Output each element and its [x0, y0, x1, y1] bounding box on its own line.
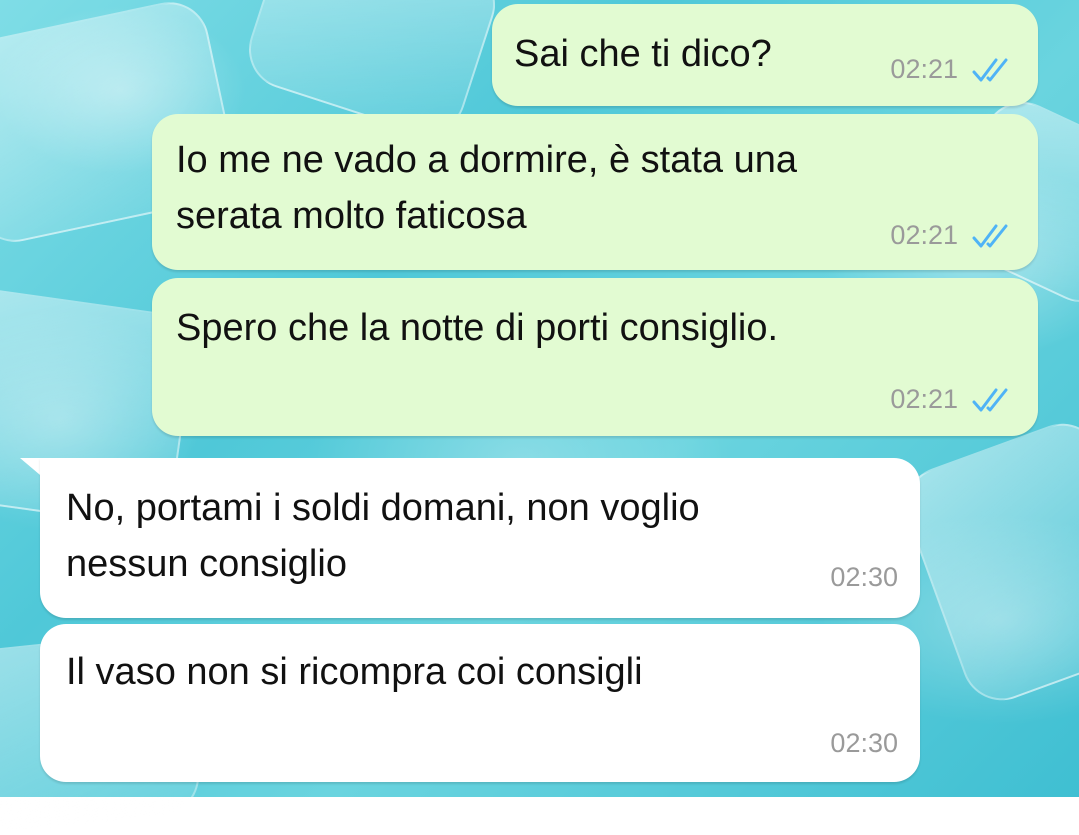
message-text: Spero che la notte di porti consiglio. [176, 307, 779, 349]
message-timestamp: 02:21 [890, 384, 958, 414]
message-meta: 02:21 [890, 54, 1014, 85]
message-meta: 02:21 [890, 384, 1014, 415]
message-timestamp: 02:30 [830, 728, 898, 758]
message-timestamp: 02:21 [890, 54, 958, 84]
message-meta: 02:30 [830, 562, 898, 593]
message-bubble-outgoing[interactable]: Io me ne vado a dormire, è stata una ser… [152, 114, 1038, 270]
message-timestamp: 02:30 [830, 562, 898, 592]
message-text: No, portami i soldi domani, non voglio n… [66, 487, 700, 585]
message-meta: 02:30 [830, 728, 898, 759]
message-text: Il vaso non si ricompra coi consigli [66, 651, 643, 693]
message-timestamp: 02:21 [890, 220, 958, 250]
message-text: Sai che ti dico? [514, 33, 772, 75]
double-check-read-icon [972, 388, 1008, 411]
ice-cube-decoration [894, 412, 1079, 712]
double-check-read-icon [972, 58, 1008, 81]
double-check-read-icon [972, 224, 1008, 247]
message-bubble-outgoing[interactable]: Sai che ti dico? 02:21 [492, 4, 1038, 106]
message-meta: 02:21 [890, 220, 1014, 251]
message-bubble-incoming[interactable]: No, portami i soldi domani, non voglio n… [40, 458, 920, 618]
message-bubble-outgoing[interactable]: Spero che la notte di porti consiglio. 0… [152, 278, 1038, 436]
message-bubble-incoming[interactable]: Il vaso non si ricompra coi consigli 02:… [40, 624, 920, 782]
message-text: Io me ne vado a dormire, è stata una ser… [176, 139, 798, 237]
